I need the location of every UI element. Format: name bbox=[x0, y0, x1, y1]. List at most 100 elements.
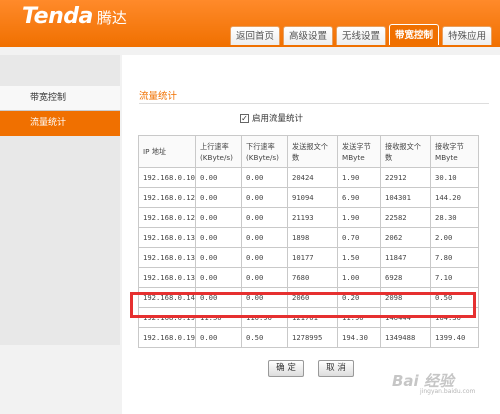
table-row: 192.168.0.197 11.50 110.90 121701 11.90 14644… bbox=[138, 307, 479, 328]
cell-sent-bytes: 1.00 bbox=[337, 267, 381, 288]
cell-sent-bytes: 1.90 bbox=[337, 167, 381, 188]
ok-button[interactable]: 确 定 bbox=[268, 360, 304, 377]
cell-sent-packets: 20424 bbox=[287, 167, 338, 188]
cell-up-rate: 0.00 bbox=[195, 287, 242, 308]
cell-down-rate: 0.00 bbox=[241, 227, 288, 248]
watermark-url: jingyan.baidu.com bbox=[420, 388, 476, 395]
cell-sent-packets: 10177 bbox=[287, 247, 338, 268]
cancel-button[interactable]: 取 消 bbox=[318, 360, 354, 377]
logo-text-en: Tenda bbox=[22, 4, 93, 29]
cell-recv-packets: 22912 bbox=[380, 167, 431, 188]
table-row: 192.168.0.127 0.00 0.00 91094 6.90 104301 144.… bbox=[138, 187, 479, 208]
cell-recv-packets: 104301 bbox=[380, 187, 431, 208]
cell-recv-bytes: 144.20 bbox=[430, 187, 479, 208]
tab-bandwidth-control[interactable]: 带宽控制 bbox=[389, 24, 440, 45]
table-row: 192.168.0.130 0.00 0.00 1898 0.70 2062 2.00 bbox=[138, 227, 479, 248]
cell-ip: 192.168.0.197 bbox=[138, 307, 196, 328]
cell-recv-packets: 2062 bbox=[380, 227, 431, 248]
cell-sent-packets: 7680 bbox=[287, 267, 338, 288]
cell-down-rate: 0.50 bbox=[241, 327, 288, 348]
cell-recv-bytes: 164.30 bbox=[430, 307, 479, 328]
cell-sent-bytes: 6.90 bbox=[337, 187, 381, 208]
cell-sent-packets: 121701 bbox=[287, 307, 338, 328]
table-header-row: IP 地址 上行速率 (KByte/s) 下行速率 (KByte/s) 发送报文… bbox=[138, 135, 479, 168]
cell-down-rate: 0.00 bbox=[241, 287, 288, 308]
sidebar: 带宽控制 流量统计 bbox=[0, 55, 120, 345]
cell-recv-bytes: 2.00 bbox=[430, 227, 479, 248]
cell-ip: 192.168.0.134 bbox=[138, 267, 196, 288]
tab-home[interactable]: 返回首页 bbox=[230, 26, 281, 45]
header-ip: IP 地址 bbox=[138, 135, 196, 168]
cell-ip: 192.168.0.132 bbox=[138, 247, 196, 268]
cell-down-rate: 0.00 bbox=[241, 267, 288, 288]
table-row: 192.168.0.198 0.00 0.50 1278995 194.30 134948… bbox=[138, 327, 479, 348]
cell-recv-packets: 6928 bbox=[380, 267, 431, 288]
cell-recv-bytes: 28.30 bbox=[430, 207, 479, 228]
traffic-stats-table: IP 地址 上行速率 (KByte/s) 下行速率 (KByte/s) 发送报文… bbox=[138, 135, 479, 348]
header-bar: Tenda 腾达 返回首页 高级设置 无线设置 带宽控制 特殊应用 bbox=[0, 0, 500, 47]
cell-ip: 192.168.0.100 bbox=[138, 167, 196, 188]
enable-label: 启用流量统计 bbox=[252, 114, 304, 124]
cell-up-rate: 0.00 bbox=[195, 167, 242, 188]
cell-sent-packets: 1898 bbox=[287, 227, 338, 248]
cell-sent-bytes: 1.50 bbox=[337, 247, 381, 268]
cell-recv-bytes: 1399.40 bbox=[430, 327, 479, 348]
cell-recv-packets: 22582 bbox=[380, 207, 431, 228]
header-sent-bytes: 发送字节 MByte bbox=[337, 135, 381, 168]
tab-advanced[interactable]: 高级设置 bbox=[283, 26, 334, 45]
cell-up-rate: 0.00 bbox=[195, 267, 242, 288]
header-sent-packets: 发送报文个数 bbox=[287, 135, 338, 168]
cell-recv-packets: 11847 bbox=[380, 247, 431, 268]
tab-wireless[interactable]: 无线设置 bbox=[336, 26, 387, 45]
section-title: 流量统计 bbox=[139, 91, 178, 102]
cell-up-rate: 0.00 bbox=[195, 207, 242, 228]
cell-sent-packets: 21193 bbox=[287, 207, 338, 228]
cell-recv-packets: 2098 bbox=[380, 287, 431, 308]
cell-recv-bytes: 7.10 bbox=[430, 267, 479, 288]
cell-down-rate: 0.00 bbox=[241, 247, 288, 268]
brand-logo: Tenda 腾达 bbox=[22, 4, 127, 34]
cell-sent-packets: 1278995 bbox=[287, 327, 338, 348]
tab-special-apps[interactable]: 特殊应用 bbox=[442, 26, 493, 45]
cell-ip: 192.168.0.128 bbox=[138, 207, 196, 228]
header-down-rate: 下行速率 (KByte/s) bbox=[241, 135, 288, 168]
cell-sent-packets: 91094 bbox=[287, 187, 338, 208]
cell-recv-bytes: 30.10 bbox=[430, 167, 479, 188]
cell-sent-bytes: 1.90 bbox=[337, 207, 381, 228]
cell-down-rate: 0.00 bbox=[241, 207, 288, 228]
table-row: 192.168.0.146 0.00 0.00 2060 0.20 2098 0.50 bbox=[138, 287, 479, 308]
sidebar-item-bandwidth-control[interactable]: 带宽控制 bbox=[0, 86, 120, 111]
cell-ip: 192.168.0.130 bbox=[138, 227, 196, 248]
section-divider bbox=[139, 103, 489, 104]
top-tabs: 返回首页 高级设置 无线设置 带宽控制 特殊应用 bbox=[230, 24, 495, 47]
cell-down-rate: 110.90 bbox=[241, 307, 288, 328]
enable-traffic-stats[interactable]: ✓ 启用流量统计 bbox=[240, 112, 303, 124]
cell-down-rate: 0.00 bbox=[241, 187, 288, 208]
cell-up-rate: 11.50 bbox=[195, 307, 242, 328]
sidebar-item-traffic-stats[interactable]: 流量统计 bbox=[0, 111, 120, 136]
main-panel: 流量统计 ✓ 启用流量统计 IP 地址 上行速率 (KByte/s) 下行速率 … bbox=[122, 55, 500, 414]
header-recv-packets: 接收报文个数 bbox=[380, 135, 431, 168]
cell-ip: 192.168.0.127 bbox=[138, 187, 196, 208]
cell-down-rate: 0.00 bbox=[241, 167, 288, 188]
cell-recv-packets: 1349488 bbox=[380, 327, 431, 348]
cell-recv-packets: 146444 bbox=[380, 307, 431, 328]
table-body: 192.168.0.100 0.00 0.00 20424 1.90 22912 30.10… bbox=[138, 167, 479, 348]
header-recv-bytes: 接收字节 MByte bbox=[430, 135, 479, 168]
enable-checkbox[interactable]: ✓ bbox=[240, 113, 249, 123]
table-row: 192.168.0.134 0.00 0.00 7680 1.00 6928 7.10 bbox=[138, 267, 479, 288]
cell-sent-bytes: 11.90 bbox=[337, 307, 381, 328]
cell-sent-bytes: 0.70 bbox=[337, 227, 381, 248]
cell-ip: 192.168.0.146 bbox=[138, 287, 196, 308]
cell-sent-packets: 2060 bbox=[287, 287, 338, 308]
cell-sent-bytes: 194.30 bbox=[337, 327, 381, 348]
cell-up-rate: 0.00 bbox=[195, 327, 242, 348]
cell-up-rate: 0.00 bbox=[195, 227, 242, 248]
table-row: 192.168.0.100 0.00 0.00 20424 1.90 22912 30.10 bbox=[138, 167, 479, 188]
cell-sent-bytes: 0.20 bbox=[337, 287, 381, 308]
cell-ip: 192.168.0.198 bbox=[138, 327, 196, 348]
logo-text-cn: 腾达 bbox=[96, 9, 127, 27]
table-row: 192.168.0.128 0.00 0.00 21193 1.90 22582 28.30 bbox=[138, 207, 479, 228]
cell-recv-bytes: 7.80 bbox=[430, 247, 479, 268]
cell-up-rate: 0.00 bbox=[195, 187, 242, 208]
